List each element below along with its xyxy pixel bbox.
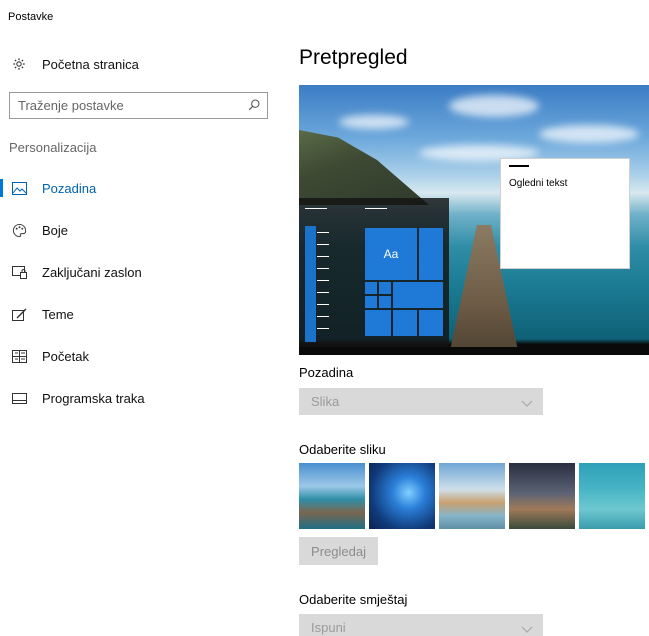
- picture-thumbnails: [299, 463, 645, 529]
- sidebar-item-boje[interactable]: Boje: [0, 210, 285, 250]
- sidebar-item-pocetak[interactable]: Početak: [0, 336, 285, 376]
- preview-divider: [365, 208, 387, 209]
- preview-list-line: [317, 292, 329, 293]
- preview-list-line: [317, 256, 329, 257]
- search-box[interactable]: [9, 92, 268, 119]
- picture-thumbnail[interactable]: [579, 463, 645, 529]
- preview-window-bar: [509, 165, 529, 167]
- preview-list-line: [317, 304, 329, 305]
- preview-divider: [305, 208, 327, 209]
- sidebar-item-label: Teme: [42, 306, 74, 322]
- choose-picture-label: Odaberite sliku: [299, 442, 386, 457]
- sidebar-item-label: Pozadina: [42, 180, 97, 196]
- sidebar-item-zakljucani-zaslon[interactable]: Zaključani zaslon: [0, 252, 285, 292]
- preview-cliff: [299, 130, 429, 205]
- picture-thumbnail[interactable]: [299, 463, 365, 529]
- gear-icon: [11, 56, 27, 72]
- fit-label: Odaberite smještaj: [299, 592, 408, 607]
- nav-home[interactable]: Početna stranica: [0, 44, 285, 84]
- search-icon[interactable]: [247, 98, 261, 117]
- chevron-down-icon: [521, 622, 533, 636]
- preview-list-line: [317, 316, 329, 317]
- app-title: Postavke: [8, 11, 54, 23]
- picture-thumbnail[interactable]: [369, 463, 435, 529]
- sidebar-item-label: Boje: [42, 222, 69, 238]
- background-preview: Aa Ogledni tekst: [299, 85, 649, 355]
- preview-tile: [379, 296, 391, 308]
- cloud: [339, 115, 409, 129]
- start-tiles-icon: [11, 348, 27, 364]
- browse-button[interactable]: Pregledaj: [299, 537, 378, 565]
- preview-tile: [365, 296, 377, 308]
- sidebar-item-label: Programska traka: [42, 390, 145, 406]
- preview-tile: [393, 310, 417, 336]
- preview-list-line: [317, 280, 329, 281]
- picture-icon: [11, 180, 27, 196]
- preview-app-list: [305, 226, 316, 342]
- preview-tile: [379, 282, 391, 294]
- sidebar-item-pozadina[interactable]: Pozadina: [0, 168, 285, 208]
- preview-start-menu: Aa: [299, 198, 449, 349]
- preview-taskbar: [299, 347, 649, 355]
- preview-window-text: Ogledni tekst: [509, 178, 568, 189]
- chevron-down-icon: [521, 396, 533, 411]
- preview-tile: [419, 310, 443, 336]
- search-input[interactable]: [10, 93, 230, 118]
- nav-home-label: Početna stranica: [42, 56, 139, 72]
- sidebar-item-label: Početak: [42, 348, 89, 364]
- cloud: [539, 125, 639, 143]
- background-dropdown-value: Slika: [311, 394, 340, 409]
- cloud: [449, 95, 539, 117]
- sidebar-item-programska-traka[interactable]: Programska traka: [0, 378, 285, 418]
- section-label: Personalizacija: [9, 140, 97, 155]
- preview-list-line: [317, 244, 329, 245]
- page-title: Pretpregled: [299, 46, 408, 69]
- preview-window: Ogledni tekst: [500, 158, 630, 269]
- preview-list-line: [317, 268, 329, 269]
- preview-tile: Aa: [365, 228, 417, 280]
- lock-screen-icon: [11, 264, 27, 280]
- sidebar-item-teme[interactable]: Teme: [0, 294, 285, 334]
- preview-tile: [365, 282, 377, 294]
- theme-brush-icon: [11, 306, 27, 322]
- background-label: Pozadina: [299, 365, 354, 380]
- preview-list-line: [317, 328, 329, 329]
- background-dropdown[interactable]: Slika: [299, 388, 543, 415]
- fit-dropdown[interactable]: Ispuni: [299, 614, 543, 636]
- picture-thumbnail[interactable]: [439, 463, 505, 529]
- preview-tile: [365, 310, 391, 336]
- palette-icon: [11, 222, 27, 238]
- preview-tile: [393, 282, 443, 308]
- sidebar-item-label: Zaključani zaslon: [42, 264, 142, 280]
- taskbar-icon: [11, 390, 27, 406]
- preview-tile: [419, 228, 443, 280]
- preview-list-line: [317, 232, 329, 233]
- picture-thumbnail[interactable]: [509, 463, 575, 529]
- fit-dropdown-value: Ispuni: [311, 620, 346, 635]
